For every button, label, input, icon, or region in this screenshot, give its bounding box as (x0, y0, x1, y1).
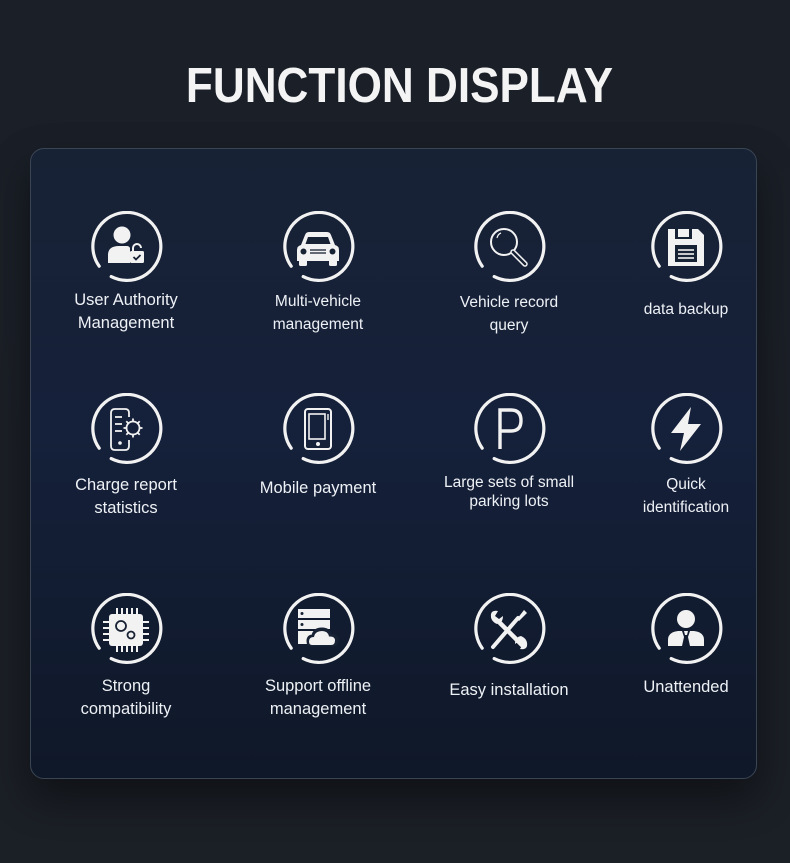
feature-label-line2: management (272, 316, 364, 333)
feature-label-line1: Support offline (264, 677, 372, 695)
feature-label-line2: compatibility (80, 700, 172, 718)
server-cloud-icon (281, 593, 355, 667)
feature-label-line1: User Authority (74, 291, 178, 309)
feature-label-line2: management (269, 700, 367, 718)
feature-label-line1: Strong (101, 677, 151, 695)
chip-gear-icon (89, 593, 163, 667)
car-icon (281, 211, 355, 285)
feature-label-line1: Vehicle record (459, 294, 559, 311)
parking-icon (472, 393, 546, 467)
search-icon (472, 211, 546, 285)
feature-label-line2: parking lots (469, 493, 549, 510)
feature-label-line1: Easy installation (449, 681, 569, 699)
feature-label-line1: Charge report (75, 476, 177, 494)
feature-label-line2: query (489, 317, 529, 334)
tablet-icon (281, 393, 355, 467)
feature-label-line1: Large sets of small (443, 474, 575, 491)
feature-label-line1: Unattended (643, 678, 729, 696)
floppy-disk-icon (649, 211, 723, 285)
feature-label-line2: statistics (94, 499, 158, 517)
feature-label-line1: data backup (643, 301, 729, 318)
person-icon (649, 593, 723, 667)
page-title: FUNCTION DISPLAY (185, 59, 614, 113)
feature-label-line2: Management (77, 314, 175, 332)
function-card: User Authority Management Multi-vehicle … (30, 148, 757, 779)
feature-label-line1: Multi-vehicle (274, 293, 362, 310)
feature-label-line1: Mobile payment (259, 479, 377, 497)
user-lock-icon (89, 211, 163, 285)
feature-label-line1: Quick (666, 476, 706, 493)
lightning-icon (649, 393, 723, 467)
feature-label-line2: identification (642, 499, 730, 516)
report-gear-icon (89, 393, 163, 467)
tools-icon (472, 593, 546, 667)
